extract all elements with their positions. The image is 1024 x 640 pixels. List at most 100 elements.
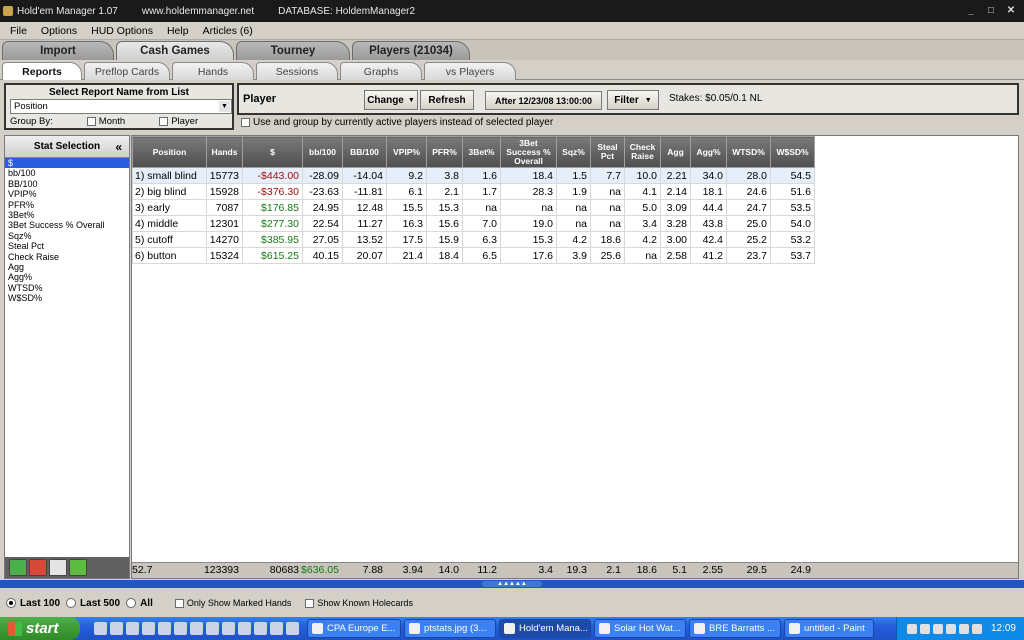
taskbar-button[interactable]: CPA Europe E... [307, 619, 401, 638]
move-down-icon[interactable] [69, 559, 87, 576]
column-header[interactable]: Position [132, 136, 207, 168]
column-header[interactable]: 3Bet Success % Overall [500, 136, 557, 168]
splitter-bar[interactable]: ▲▲▲▲▲ [0, 580, 1024, 588]
column-header[interactable]: VPIP% [386, 136, 427, 168]
table-row[interactable]: 1) small blind 15773 -$443.00 -28.09 -14.04 9… [132, 167, 815, 184]
quicklaunch-icon[interactable] [222, 622, 235, 635]
stat-item[interactable]: PFR% [5, 200, 129, 210]
tab-cash-games[interactable]: Cash Games [116, 41, 234, 60]
known-holecards-checkbox[interactable]: Show Known Holecards [305, 598, 413, 608]
quicklaunch-icon[interactable] [142, 622, 155, 635]
column-header[interactable]: Check Raise [624, 136, 661, 168]
report-name-dropdown[interactable]: Position ▼ [10, 99, 232, 114]
last-500-radio[interactable]: Last 500 [66, 598, 120, 609]
quicklaunch-icon[interactable] [94, 622, 107, 635]
menu-help[interactable]: Help [167, 25, 189, 37]
move-up-icon[interactable] [49, 559, 67, 576]
table-row[interactable]: 4) middle 12301 $277.30 22.54 11.27 16.3 15.6 7… [132, 215, 815, 232]
column-header[interactable]: BB/100 [342, 136, 387, 168]
column-header[interactable]: Agg% [690, 136, 727, 168]
minimize-icon[interactable]: _ [964, 4, 978, 17]
menu-options[interactable]: Options [41, 25, 77, 37]
tray-icon[interactable] [945, 623, 956, 634]
tray-icon[interactable] [971, 623, 982, 634]
start-button[interactable]: start [0, 617, 80, 640]
stat-item[interactable]: VPIP% [5, 189, 129, 199]
menu-file[interactable]: File [10, 25, 27, 37]
tab-tourney[interactable]: Tourney [236, 41, 350, 60]
taskbar-button[interactable]: untitled - Paint [784, 619, 874, 638]
player-checkbox[interactable]: Player [159, 116, 198, 127]
tab-import[interactable]: Import [2, 41, 114, 60]
tab-preflop-cards[interactable]: Preflop Cards [84, 62, 170, 80]
active-players-checkbox[interactable]: Use and group by currently active player… [241, 117, 553, 128]
refresh-button[interactable]: Refresh [420, 90, 474, 110]
taskbar-button[interactable]: Solar Hot Wat... [594, 619, 686, 638]
column-header[interactable]: $ [242, 136, 303, 168]
tab-reports[interactable]: Reports [2, 62, 82, 80]
column-header[interactable]: WTSD% [726, 136, 771, 168]
change-button[interactable]: Change ▼ [364, 90, 418, 110]
last-100-radio[interactable]: Last 100 [6, 598, 60, 609]
tab-vs-players[interactable]: vs Players [424, 62, 516, 80]
maximize-icon[interactable]: □ [984, 4, 998, 17]
menu-hud-options[interactable]: HUD Options [91, 25, 153, 37]
tray-icon[interactable] [906, 623, 917, 634]
date-filter-button[interactable]: After 12/23/08 13:00:00 [485, 91, 602, 110]
quicklaunch-icon[interactable] [158, 622, 171, 635]
column-header[interactable]: 3Bet% [462, 136, 501, 168]
table-row[interactable]: 6) button 15324 $615.25 40.15 20.07 21.4 18.4 6… [132, 247, 815, 264]
tray-icon[interactable] [958, 623, 969, 634]
table-row[interactable]: 3) early 7087 $176.85 24.95 12.48 15.5 15.3 na n… [132, 199, 815, 216]
stat-item[interactable]: Steal Pct [5, 241, 129, 251]
stat-item[interactable]: 3Bet% [5, 210, 129, 220]
month-checkbox[interactable]: Month [86, 116, 125, 127]
column-header[interactable]: Sqz% [556, 136, 591, 168]
stat-item[interactable]: Sqz% [5, 231, 129, 241]
add-icon[interactable] [9, 559, 27, 576]
quicklaunch-icon[interactable] [110, 622, 123, 635]
stat-item[interactable]: 3Bet Success % Overall [5, 220, 129, 230]
table-row[interactable]: 2) big blind 15928 -$376.30 -23.63 -11.81 6.1… [132, 183, 815, 200]
quicklaunch-icon[interactable] [238, 622, 251, 635]
tab-players[interactable]: Players (21034) [352, 41, 470, 60]
filter-button[interactable]: Filter ▼ [607, 90, 659, 110]
remove-icon[interactable] [29, 559, 47, 576]
splitter-grip-icon[interactable]: ▲▲▲▲▲ [482, 581, 542, 587]
column-header[interactable]: Agg [660, 136, 691, 168]
collapse-icon[interactable]: « [115, 140, 122, 154]
quicklaunch-icon[interactable] [286, 622, 299, 635]
stat-item[interactable]: WTSD% [5, 283, 129, 293]
close-icon[interactable]: ✕ [1004, 4, 1018, 17]
column-header[interactable]: bb/100 [302, 136, 343, 168]
quicklaunch-icon[interactable] [270, 622, 283, 635]
tab-sessions[interactable]: Sessions [256, 62, 338, 80]
quicklaunch-icon[interactable] [254, 622, 267, 635]
quicklaunch-icon[interactable] [190, 622, 203, 635]
stat-item[interactable]: Check Raise [5, 252, 129, 262]
column-header[interactable]: Steal Pct [590, 136, 625, 168]
tab-graphs[interactable]: Graphs [340, 62, 422, 80]
taskbar-button[interactable]: ptstats.jpg (3... [404, 619, 496, 638]
column-header[interactable]: PFR% [426, 136, 463, 168]
quicklaunch-icon[interactable] [206, 622, 219, 635]
table-row[interactable]: 5) cutoff 14270 $385.95 27.05 13.52 17.5 15.9 6… [132, 231, 815, 248]
stat-item[interactable]: BB/100 [5, 179, 129, 189]
stat-item[interactable]: bb/100 [5, 168, 129, 178]
column-header[interactable]: Hands [206, 136, 243, 168]
chevron-down-icon[interactable]: ▼ [219, 101, 230, 112]
tray-icon[interactable] [919, 623, 930, 634]
tray-icon[interactable] [932, 623, 943, 634]
stat-item[interactable]: Agg% [5, 272, 129, 282]
all-radio[interactable]: All [126, 598, 153, 609]
column-header[interactable]: W$SD% [770, 136, 815, 168]
stat-item[interactable]: W$SD% [5, 293, 129, 303]
tab-hands[interactable]: Hands [172, 62, 254, 80]
quicklaunch-icon[interactable] [126, 622, 139, 635]
taskbar-button[interactable]: BRE Barratts ... [689, 619, 781, 638]
stat-item[interactable]: $ [5, 158, 129, 169]
taskbar-button[interactable]: Hold'em Mana... [499, 619, 591, 638]
stat-item[interactable]: Agg [5, 262, 129, 272]
menu-articles[interactable]: Articles (6) [203, 25, 253, 37]
quicklaunch-icon[interactable] [174, 622, 187, 635]
